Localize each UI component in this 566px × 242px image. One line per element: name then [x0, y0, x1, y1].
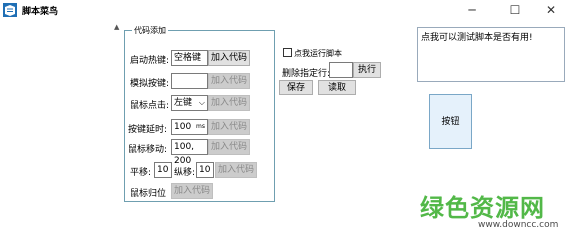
watermark-text: 绿色资源网 [420, 194, 545, 222]
mousemove-input[interactable]: 100, 200 [171, 139, 208, 166]
mousemove-label: 鼠标移动: [128, 145, 168, 155]
delay-add-button[interactable]: 加入代码 [208, 119, 250, 135]
mouseclick-value: 左键 [174, 98, 193, 108]
hotkey-label: 启动热键: [130, 56, 170, 66]
mouseclick-select[interactable]: 左键 ⌵ [171, 95, 208, 111]
hotkey-add-button[interactable]: 加入代码 [208, 50, 250, 66]
code-group-legend: 代码添加 [132, 25, 168, 36]
hotkey-input[interactable]: 空格键 [171, 50, 208, 66]
simkey-add-button[interactable]: 加入代码 [208, 73, 250, 89]
panx-label: 平移: [130, 168, 152, 178]
close-button[interactable]: ✕ [541, 2, 561, 18]
delay-input[interactable]: 100 ms [171, 119, 208, 135]
delete-line-input[interactable] [329, 62, 353, 78]
mousemove-add-button[interactable]: 加入代码 [208, 139, 250, 155]
test-button[interactable]: 按钮 [429, 94, 472, 149]
pan-add-button[interactable]: 加入代码 [215, 162, 257, 178]
watermark-url: www.downcc.com [478, 220, 559, 230]
run-script-label: 点我运行脚本 [294, 49, 342, 58]
run-script-checkbox[interactable] [283, 48, 292, 57]
chevron-down-icon: ⌵ [198, 98, 205, 107]
delay-value: 100 [174, 122, 192, 132]
output-text: 点我可以测试脚本是否有用! [421, 33, 533, 43]
read-button[interactable]: 读取 [318, 80, 356, 95]
pany-input[interactable]: 10 [196, 162, 214, 178]
save-button[interactable]: 保存 [279, 80, 313, 95]
scroll-up-arrow-icon[interactable]: ▲ [114, 23, 119, 31]
simkey-label: 模拟按键: [130, 79, 170, 89]
maximize-button[interactable]: ☐ [505, 2, 525, 18]
app-icon [3, 3, 17, 17]
minimize-button[interactable]: ─ [462, 2, 482, 18]
simkey-input[interactable] [171, 73, 208, 89]
delay-unit: ms [196, 123, 205, 130]
execute-button[interactable]: 执行 [353, 62, 381, 78]
title-bar: 脚本菜鸟 ─ ☐ ✕ [0, 0, 566, 22]
mousehome-label: 鼠标归位 [130, 189, 167, 199]
window-title: 脚本菜鸟 [22, 7, 59, 17]
output-textbox[interactable]: 点我可以测试脚本是否有用! [417, 27, 565, 82]
delay-label: 按键延时: [128, 125, 168, 135]
mouseclick-add-button[interactable]: 加入代码 [208, 95, 250, 111]
mouseclick-label: 鼠标点击: [130, 101, 170, 111]
pany-label: 纵移: [174, 168, 196, 178]
mousehome-add-button[interactable]: 加入代码 [171, 183, 213, 199]
panx-input[interactable]: 10 [154, 162, 172, 178]
delete-line-label: 删除指定行: [282, 69, 331, 79]
